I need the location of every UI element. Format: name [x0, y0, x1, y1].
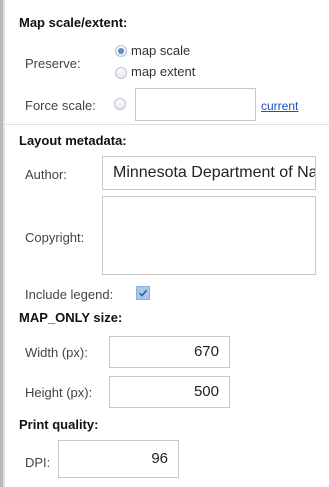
author-label: Author: — [25, 167, 67, 182]
author-input[interactable]: Minnesota Department of Natural Resource… — [102, 156, 316, 190]
map-only-size-heading: MAP_ONLY size: — [19, 310, 123, 325]
print-quality-heading: Print quality: — [19, 417, 99, 432]
section-divider — [5, 124, 329, 125]
copyright-input[interactable] — [102, 196, 316, 275]
map-scale-radio[interactable] — [115, 45, 127, 57]
width-input[interactable]: 670 — [109, 336, 230, 368]
copyright-label: Copyright: — [25, 230, 85, 245]
panel-left-border-inner — [3, 0, 5, 487]
map-extent-option-label[interactable]: map extent — [131, 64, 195, 79]
dpi-label: DPI: — [25, 455, 51, 470]
map-scale-option-label[interactable]: map scale — [131, 43, 190, 58]
height-label: Height (px): — [25, 385, 93, 400]
width-label: Width (px): — [25, 345, 88, 360]
current-scale-link[interactable]: current — [261, 99, 298, 113]
map-scale-extent-heading: Map scale/extent: — [19, 15, 128, 30]
force-scale-input[interactable] — [135, 88, 256, 121]
force-scale-label: Force scale: — [25, 98, 96, 113]
dpi-input[interactable]: 96 — [58, 440, 179, 478]
layout-metadata-heading: Layout metadata: — [19, 133, 127, 148]
preserve-label: Preserve: — [25, 56, 81, 71]
height-input[interactable]: 500 — [109, 376, 230, 408]
map-extent-radio[interactable] — [115, 67, 127, 79]
checkmark-icon — [138, 289, 148, 297]
include-legend-label: Include legend: — [25, 287, 114, 302]
include-legend-checkbox[interactable] — [136, 286, 150, 300]
force-scale-radio[interactable] — [114, 98, 126, 110]
